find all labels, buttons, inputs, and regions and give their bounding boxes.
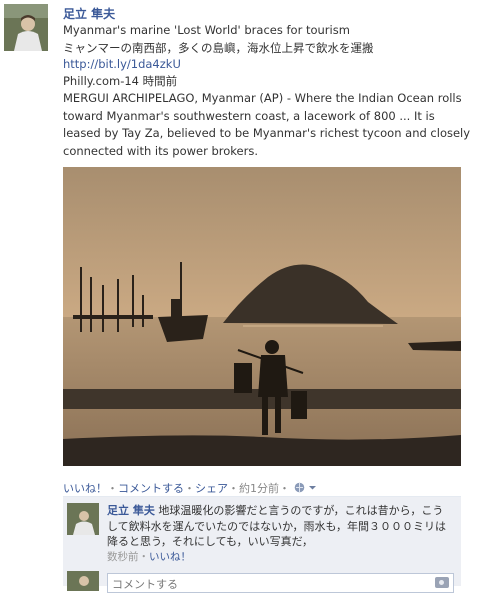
comment-input[interactable]: コメントする bbox=[107, 573, 454, 593]
post-photo[interactable] bbox=[63, 167, 461, 466]
comments-section: 足立 隼夫 地球温暖化の影響だと言うのですが，これは昔から，こうして飲料水を運ん… bbox=[63, 496, 461, 593]
post-source: Philly.com-14 時間前 bbox=[63, 74, 178, 88]
comment-meta: 数秒前・いいね！ bbox=[107, 550, 451, 566]
share-link[interactable]: シェア bbox=[195, 482, 228, 495]
composer-avatar bbox=[67, 571, 99, 591]
comment-avatar[interactable] bbox=[67, 503, 99, 535]
post-snippet: MERGUI ARCHIPELAGO, Myanmar (AP) - Where… bbox=[63, 91, 471, 158]
comment-like-link[interactable]: いいね！ bbox=[149, 551, 191, 563]
comment: 足立 隼夫 地球温暖化の影響だと言うのですが，これは昔から，こうして飲料水を運ん… bbox=[107, 503, 451, 565]
separator: ・ bbox=[107, 482, 118, 495]
separator: ・ bbox=[228, 482, 239, 495]
author-avatar[interactable] bbox=[4, 4, 48, 51]
separator: ・ bbox=[184, 482, 195, 495]
post-headline: Myanmar's marine 'Lost World' braces for… bbox=[63, 23, 350, 37]
post-link[interactable]: http://bit.ly/1da4zkU bbox=[63, 57, 181, 71]
comment-input-placeholder: コメントする bbox=[112, 578, 178, 591]
camera-icon[interactable] bbox=[435, 577, 449, 588]
comment-time[interactable]: 数秒前 bbox=[107, 551, 139, 563]
separator: ・ bbox=[138, 550, 150, 563]
post-actions: いいね！・コメントする・シェア・約1分前・ bbox=[63, 480, 317, 496]
separator: ・ bbox=[279, 482, 290, 495]
comment-link[interactable]: コメントする bbox=[118, 482, 184, 495]
like-link[interactable]: いいね！ bbox=[63, 482, 107, 495]
comment-text: 地球温暖化の影響だと言うのですが，これは昔から，こうして飲料水を運んでいたのでは… bbox=[107, 504, 447, 548]
author-name[interactable]: 足立 隼夫 bbox=[63, 5, 115, 22]
comment-author[interactable]: 足立 隼夫 bbox=[107, 504, 155, 517]
post-japanese-summary: ミャンマーの南西部，多くの島嶼，海水位上昇で飲水を運搬 bbox=[63, 41, 374, 55]
chevron-down-icon[interactable] bbox=[308, 482, 317, 495]
globe-icon[interactable] bbox=[290, 482, 308, 495]
post-time[interactable]: 約1分前 bbox=[239, 482, 279, 495]
